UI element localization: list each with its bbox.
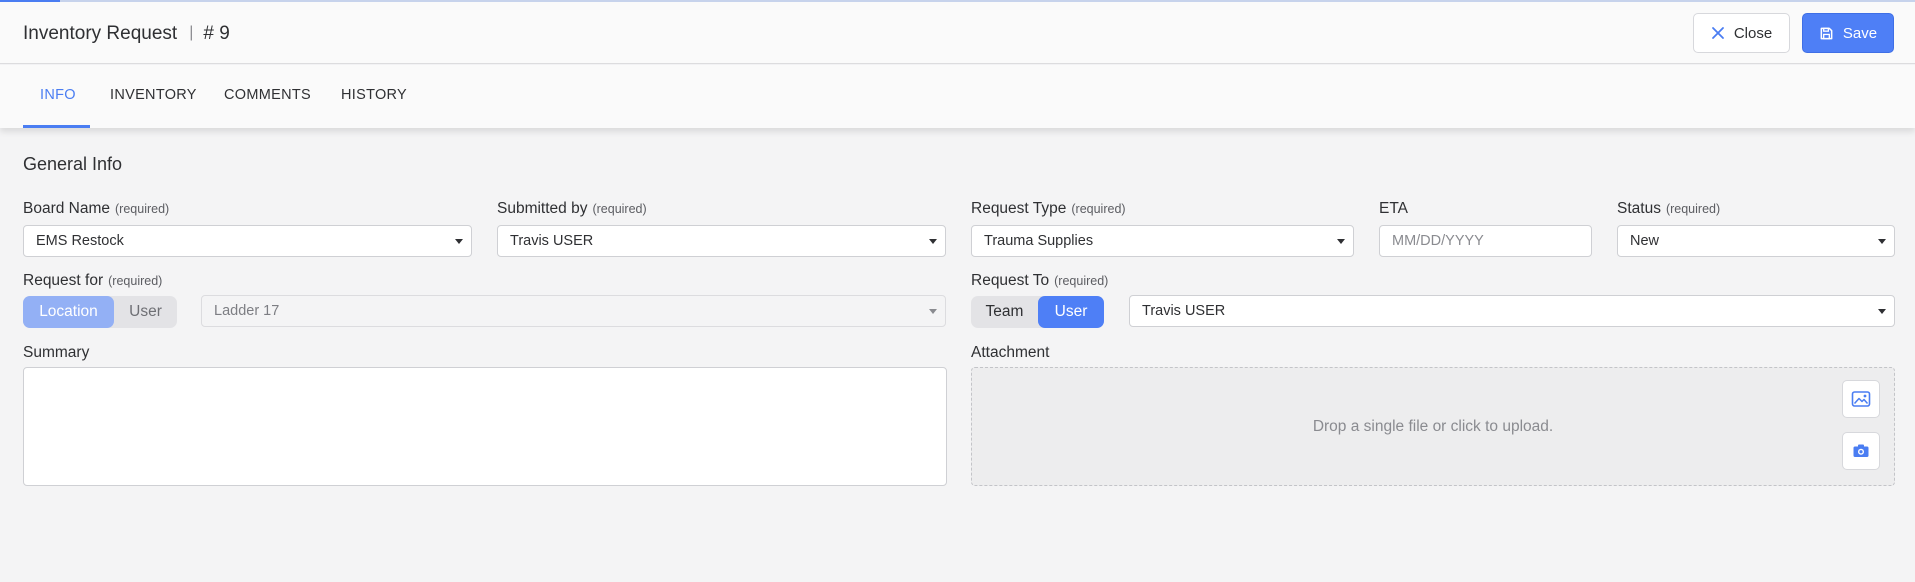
tab-inventory[interactable]: INVENTORY — [110, 87, 197, 103]
request-for-user-option[interactable]: User — [114, 296, 177, 328]
tab-history[interactable]: HISTORY — [341, 87, 407, 103]
request-to-label-text: Request To — [971, 272, 1050, 289]
request-for-label-text: Request for — [23, 272, 104, 289]
request-to-value: Travis USER — [1142, 303, 1226, 319]
save-button-label: Save — [1842, 24, 1878, 42]
board-name-label-text: Board Name — [23, 200, 111, 217]
page-header: Inventory Request | # 9 Close Save — [0, 2, 1915, 64]
board-name-label: Board Name (required) — [23, 200, 169, 218]
request-to-user-option[interactable]: User — [1038, 296, 1104, 328]
eta-date-input[interactable]: MM/DD/YYYY — [1379, 225, 1592, 257]
request-type-label-text: Request Type — [971, 200, 1067, 217]
close-button[interactable]: Close — [1693, 13, 1790, 53]
request-for-location-option[interactable]: Location — [23, 296, 114, 328]
required-hint: (required) — [108, 274, 163, 288]
status-select[interactable]: New — [1617, 225, 1895, 257]
record-number: # 9 — [203, 23, 230, 44]
close-button-label: Close — [1733, 24, 1773, 42]
section-title: General Info — [23, 154, 123, 174]
upload-image-button[interactable] — [1842, 380, 1880, 418]
tab-info[interactable]: INFO — [40, 87, 76, 103]
status-label-text: Status — [1617, 200, 1661, 217]
request-type-label: Request Type (required) — [971, 200, 1126, 218]
request-for-location-select[interactable]: Ladder 17 — [201, 295, 946, 327]
attachment-dropzone[interactable]: Drop a single file or click to upload. — [971, 367, 1895, 486]
eta-label: ETA — [1379, 200, 1408, 218]
request-to-toggle: Team User — [971, 296, 1104, 328]
board-name-value: EMS Restock — [36, 233, 124, 249]
request-to-label: Request To (required) — [971, 272, 1108, 290]
save-button[interactable]: Save — [1802, 13, 1894, 53]
required-hint: (required) — [1665, 202, 1721, 216]
submitted-by-label-text: Submitted by — [497, 200, 588, 217]
request-type-value: Trauma Supplies — [984, 233, 1094, 249]
board-name-select[interactable]: EMS Restock — [23, 225, 472, 257]
page-title-text: Inventory Request — [23, 23, 178, 44]
close-icon — [1711, 27, 1724, 39]
camera-icon — [1853, 444, 1869, 457]
chevron-down-icon — [1878, 309, 1886, 314]
active-tab-indicator — [23, 125, 90, 128]
eta-label-text: ETA — [1379, 200, 1408, 217]
required-hint: (required) — [592, 202, 647, 216]
summary-label: Summary — [23, 344, 90, 361]
page-title: Inventory Request | # 9 — [23, 23, 230, 45]
tab-comments[interactable]: COMMENTS — [224, 87, 311, 103]
eta-placeholder: MM/DD/YYYY — [1392, 233, 1484, 249]
attachment-label: Attachment — [971, 344, 1050, 361]
submitted-by-value: Travis USER — [510, 233, 594, 249]
dropzone-text: Drop a single file or click to upload. — [1312, 417, 1554, 435]
request-for-value: Ladder 17 — [214, 303, 280, 319]
submitted-by-label: Submitted by (required) — [497, 200, 647, 218]
required-hint: (required) — [115, 202, 170, 216]
request-to-team-option[interactable]: Team — [971, 296, 1038, 328]
chevron-down-icon — [455, 239, 463, 244]
status-value: New — [1630, 233, 1660, 249]
request-for-toggle: Location User — [23, 296, 177, 328]
required-hint: (required) — [1071, 202, 1126, 216]
request-to-select[interactable]: Travis USER — [1129, 295, 1895, 327]
chevron-down-icon — [929, 309, 937, 314]
request-for-label: Request for (required) — [23, 272, 162, 290]
chevron-down-icon — [1878, 239, 1886, 244]
tab-bar: INFO INVENTORY COMMENTS HISTORY — [0, 65, 1915, 128]
summary-textarea[interactable] — [23, 367, 947, 486]
capture-photo-button[interactable] — [1842, 432, 1880, 470]
chevron-down-icon — [929, 239, 937, 244]
submitted-by-select[interactable]: Travis USER — [497, 225, 946, 257]
required-hint: (required) — [1054, 274, 1109, 288]
request-type-select[interactable]: Trauma Supplies — [971, 225, 1354, 257]
image-icon — [1851, 391, 1871, 407]
title-separator: | — [189, 24, 194, 41]
status-label: Status (required) — [1617, 200, 1720, 218]
chevron-down-icon — [1337, 239, 1345, 244]
save-icon — [1820, 27, 1833, 39]
